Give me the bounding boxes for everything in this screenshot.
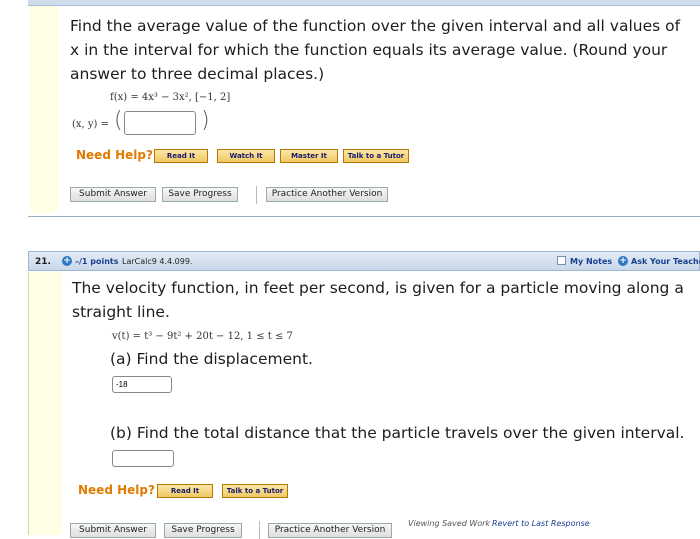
- q20-submit-answer-button[interactable]: Submit Answer: [70, 187, 156, 202]
- q20-close-paren: ): [201, 108, 210, 133]
- q20-watch-it-button[interactable]: Watch It: [217, 149, 275, 163]
- q20-practice-another-button[interactable]: Practice Another Version: [266, 187, 388, 202]
- q21-prompt: The velocity function, in feet per secon…: [72, 279, 684, 321]
- q21-practice-another-button[interactable]: Practice Another Version: [268, 523, 392, 538]
- q20-prompt: Find the average value of the function o…: [70, 17, 681, 83]
- q21-need-help-label: Need Help?: [78, 483, 155, 497]
- q21-revert-link[interactable]: Revert to Last Response: [492, 519, 590, 528]
- notes-icon[interactable]: [557, 256, 566, 265]
- q20-talk-to-tutor-button[interactable]: Talk to a Tutor: [343, 149, 409, 163]
- q21-viewing-saved-work: Viewing Saved Work: [408, 519, 491, 528]
- q21-ask-teacher-link[interactable]: Ask Your Teache: [631, 257, 700, 266]
- q21-submit-answer-button[interactable]: Submit Answer: [70, 523, 156, 538]
- q21-button-separator: [259, 521, 260, 539]
- q21-velocity-function: v(t) = t³ − 9t² + 20t − 12, 1 ≤ t ≤ 7: [112, 331, 293, 342]
- q21-part-a-input[interactable]: [112, 376, 172, 393]
- plus-circle-icon[interactable]: +: [62, 256, 72, 266]
- q20-master-it-button[interactable]: Master It: [280, 149, 338, 163]
- q20-open-paren: (: [114, 108, 123, 133]
- q20-button-separator: [256, 186, 257, 204]
- question-21-margin: [28, 272, 62, 535]
- q21-points: –/1 points: [75, 257, 119, 266]
- q21-read-it-button[interactable]: Read It: [157, 484, 213, 498]
- q20-need-help-label: Need Help?: [76, 148, 153, 162]
- q21-course-code: LarCalc9 4.4.099.: [122, 257, 193, 266]
- q21-part-a: (a) Find the displacement.: [110, 350, 313, 368]
- q21-part-b: (b) Find the total distance that the par…: [110, 424, 685, 442]
- plus-circle-icon[interactable]: +: [618, 256, 628, 266]
- q20-function: f(x) = 4x³ − 3x², [−1, 2]: [110, 92, 231, 103]
- q20-read-it-button[interactable]: Read It: [154, 149, 208, 163]
- q21-my-notes-link[interactable]: My Notes: [570, 257, 612, 266]
- q20-point-label: (x, y) =: [72, 119, 110, 130]
- question-20-margin: [30, 6, 58, 213]
- q21-talk-to-tutor-button[interactable]: Talk to a Tutor: [222, 484, 288, 498]
- question-divider: [28, 216, 700, 217]
- q21-part-b-input[interactable]: [112, 450, 174, 467]
- q21-save-progress-button[interactable]: Save Progress: [164, 523, 242, 538]
- q20-answer-input[interactable]: [124, 111, 196, 135]
- q20-save-progress-button[interactable]: Save Progress: [162, 187, 238, 202]
- q21-number: 21.: [35, 257, 51, 267]
